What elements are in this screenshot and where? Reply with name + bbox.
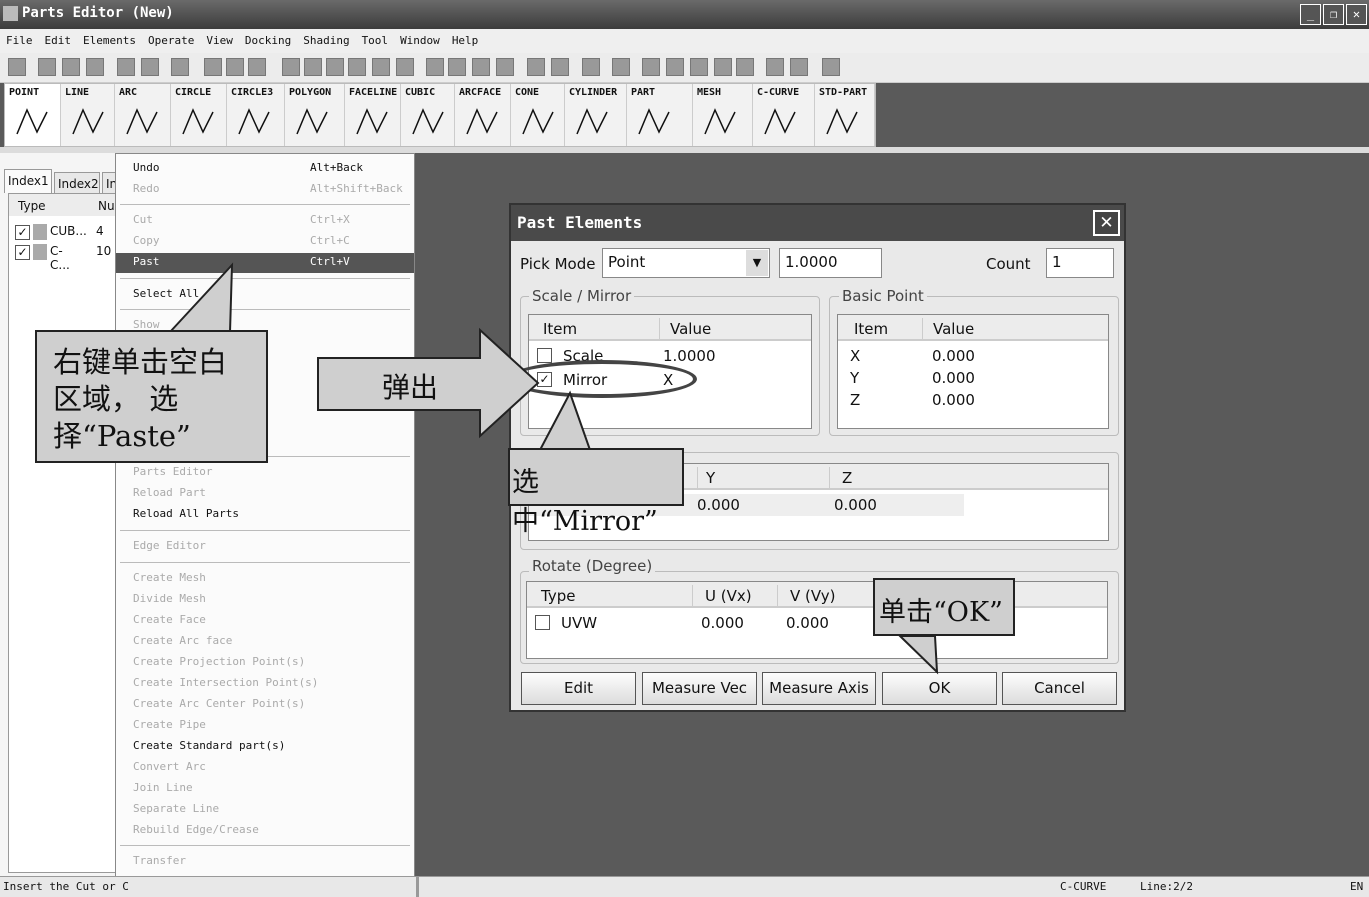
callout-click-ok: 单击“OK” (873, 578, 1015, 636)
callout-pointer-ok (897, 635, 939, 675)
popup-label: 弹出 (382, 371, 439, 404)
callout-select-mirror: 选中“Mirror” (508, 448, 684, 537)
callout-pointer-mirror (538, 390, 592, 451)
callout-right-click: 右键单击空白区域， 选择“Paste” (35, 330, 268, 463)
callout-pointer-paste (167, 262, 234, 333)
